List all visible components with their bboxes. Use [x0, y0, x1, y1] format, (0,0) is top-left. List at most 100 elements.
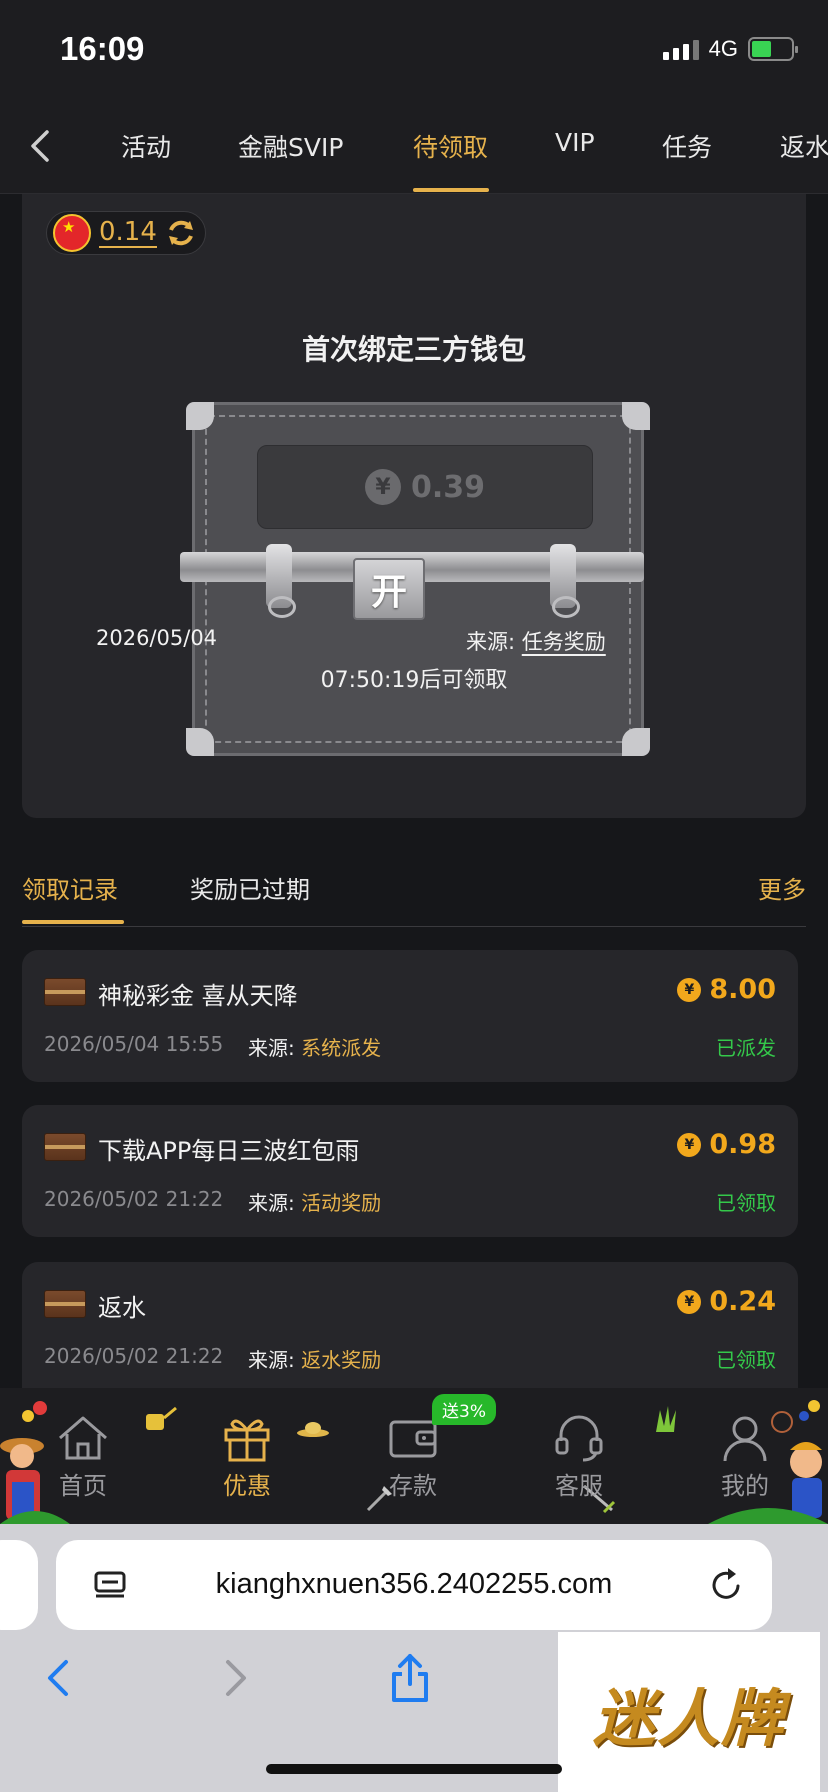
nav-home[interactable]: 首页: [38, 1412, 128, 1501]
chest-latch-left: [266, 544, 296, 618]
record-amount-value: 0.98: [709, 1129, 776, 1160]
tab-rebate[interactable]: 返水: [780, 128, 828, 164]
chest-amount-panel: ¥ 0.39: [257, 445, 593, 529]
browser-toolbar: kianghxnuen356.2402255.com 迷人牌: [0, 1524, 828, 1792]
record-title: 下载APP每日三波红包雨: [98, 1137, 360, 1165]
nav-profile[interactable]: 我的: [700, 1412, 790, 1501]
records-divider: [22, 926, 806, 927]
balance-value: 0.14: [99, 217, 157, 248]
home-icon: [55, 1412, 111, 1464]
treasure-chest[interactable]: ¥ 0.39 开: [180, 402, 650, 756]
refresh-icon[interactable]: [165, 217, 197, 249]
watering-can-icon: [146, 1406, 177, 1430]
source-label: 来源:: [466, 630, 516, 654]
chevron-left-icon: [48, 1660, 68, 1696]
records-tab-indicator: [22, 920, 124, 924]
record-item[interactable]: 返水 ¥ 0.24 2026/05/02 21:22 来源: 返水奖励 已领取: [22, 1262, 798, 1388]
user-icon: [717, 1412, 773, 1464]
chevron-right-icon: [226, 1660, 246, 1696]
brand-watermark: 迷人牌: [558, 1632, 820, 1792]
active-tab-indicator: [413, 188, 489, 192]
reward-date: 2026/05/04: [96, 626, 218, 650]
nav-promotions[interactable]: 优惠: [202, 1412, 292, 1501]
record-title: 返水: [98, 1294, 146, 1322]
tab-claim-records[interactable]: 领取记录: [22, 870, 118, 905]
coin-icon: ¥: [677, 1132, 702, 1157]
straw-hat-icon: [297, 1422, 329, 1437]
browser-back-button[interactable]: [28, 1648, 88, 1708]
nav-support[interactable]: 客服: [534, 1412, 624, 1501]
yen-icon: ¥: [364, 469, 401, 505]
status-bar: 16:09 4G: [0, 0, 828, 100]
chest-latch-right: [550, 544, 580, 618]
chest-icon: [44, 1290, 86, 1318]
tab-vip[interactable]: VIP: [555, 128, 595, 157]
nav-label: 首页: [59, 1472, 107, 1500]
back-button[interactable]: [20, 124, 60, 168]
status-time: 16:09: [60, 30, 145, 67]
address-bar[interactable]: kianghxnuen356.2402255.com: [56, 1540, 772, 1630]
record-date: 2026/05/04 15:55: [44, 1032, 224, 1056]
record-date: 2026/05/02 21:22: [44, 1187, 224, 1211]
chest-icon: [44, 1133, 86, 1161]
china-flag-icon: [53, 214, 91, 252]
record-date: 2026/05/02 21:22: [44, 1344, 224, 1368]
record-item[interactable]: 神秘彩金 喜从天降 ¥ 8.00 2026/05/04 15:55 来源: 系统…: [22, 950, 798, 1082]
record-amount: ¥ 0.24: [677, 1286, 776, 1317]
chest-amount: 0.39: [410, 469, 486, 505]
network-type: 4G: [708, 36, 738, 61]
glove-icon: [656, 1406, 676, 1432]
headset-icon: [551, 1412, 607, 1464]
browser-share-button[interactable]: [380, 1648, 440, 1708]
battery-icon: [748, 37, 798, 61]
nav-label: 优惠: [223, 1472, 271, 1500]
record-title: 神秘彩金 喜从天降: [98, 982, 298, 1010]
record-amount: ¥ 0.98: [677, 1129, 776, 1160]
pending-reward-card: 0.14 首次绑定三方钱包 ¥ 0.39 开 2026/05/04 来源: 任务…: [22, 194, 806, 818]
record-source: 来源: 活动奖励: [248, 1191, 382, 1215]
coin-icon: ¥: [677, 1289, 702, 1314]
record-amount-value: 8.00: [709, 974, 776, 1005]
balance-pill: 0.14: [46, 211, 206, 255]
source-link[interactable]: 任务奖励: [522, 630, 606, 654]
brand-text: 迷人牌: [592, 1682, 785, 1755]
record-status: 已派发: [716, 1036, 776, 1060]
reload-icon[interactable]: [708, 1566, 746, 1604]
previous-tab[interactable]: [0, 1540, 38, 1630]
record-source-value: 活动奖励: [301, 1191, 382, 1215]
top-tab-bar: 活动 金融SVIP 待领取 VIP 任务 返水: [0, 100, 828, 194]
tab-finance-svip[interactable]: 金融SVIP: [238, 128, 343, 164]
record-amount-value: 0.24: [709, 1286, 776, 1317]
open-button[interactable]: 开: [353, 558, 425, 620]
record-status: 已领取: [716, 1191, 776, 1215]
record-source-value: 返水奖励: [301, 1348, 382, 1372]
coin-icon: ¥: [677, 977, 702, 1002]
nav-label: 存款: [389, 1472, 437, 1500]
tab-pending-claim[interactable]: 待领取: [413, 128, 488, 164]
deposit-bonus-badge: 送3%: [432, 1394, 496, 1425]
record-amount: ¥ 8.00: [677, 974, 776, 1005]
bottom-nav-bar: 首页 优惠 存款 送3% 客服 我的: [0, 1388, 828, 1524]
record-status: 已领取: [716, 1348, 776, 1372]
browser-forward-button[interactable]: [206, 1648, 266, 1708]
record-source-value: 系统派发: [301, 1036, 382, 1060]
nav-label: 客服: [555, 1472, 603, 1500]
tab-tasks[interactable]: 任务: [662, 128, 712, 164]
cellular-signal-icon: [662, 38, 699, 60]
more-link[interactable]: 更多: [758, 870, 806, 905]
home-indicator: [266, 1764, 562, 1774]
share-icon: [392, 1654, 428, 1702]
reward-source: 来源: 任务奖励: [466, 626, 606, 656]
tab-expired-rewards[interactable]: 奖励已过期: [190, 870, 310, 905]
chest-icon: [44, 978, 86, 1006]
tab-activity[interactable]: 活动: [121, 128, 171, 164]
record-source: 来源: 返水奖励: [248, 1348, 382, 1372]
claim-countdown: 07:50:19后可领取: [320, 668, 508, 693]
nav-deposit[interactable]: 存款: [368, 1412, 458, 1501]
gift-icon: [219, 1412, 275, 1464]
record-source: 来源: 系统派发: [248, 1036, 382, 1060]
record-item[interactable]: 下载APP每日三波红包雨 ¥ 0.98 2026/05/02 21:22 来源:…: [22, 1105, 798, 1237]
status-indicators: 4G: [662, 36, 798, 62]
nav-label: 我的: [721, 1472, 769, 1500]
url-text: kianghxnuen356.2402255.com: [215, 1568, 613, 1600]
